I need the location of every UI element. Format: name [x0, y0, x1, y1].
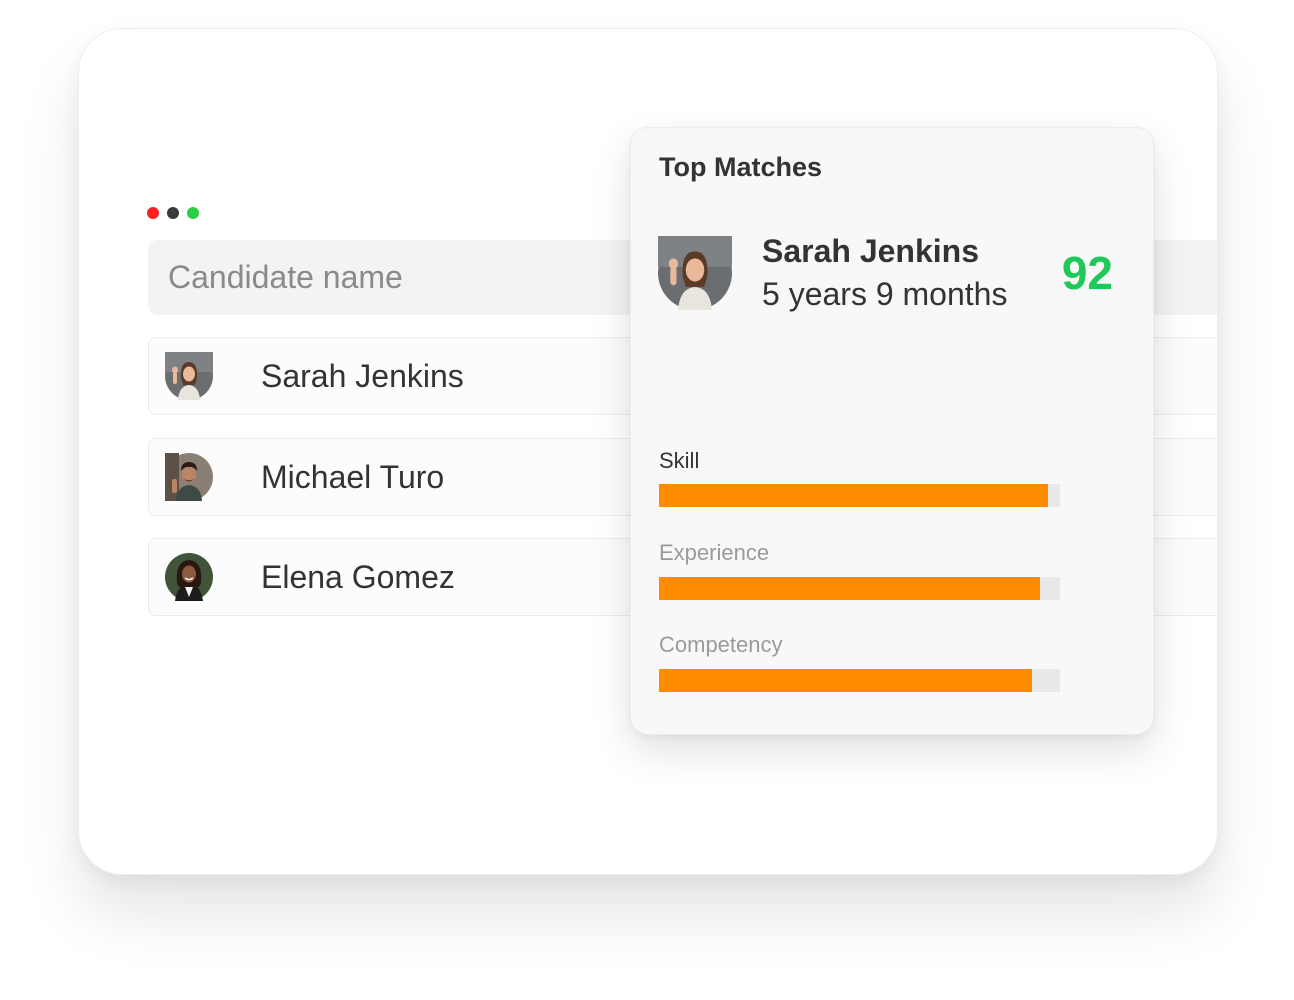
avatar: [165, 553, 213, 601]
metric-bar-experience: [659, 577, 1060, 600]
close-window-dot[interactable]: [147, 207, 159, 219]
avatar: [165, 352, 213, 400]
candidate-name: Michael Turo: [261, 458, 445, 495]
candidate-name: Elena Gomez: [261, 558, 455, 595]
metric-label-experience: Experience: [659, 540, 770, 565]
top-matches-card: Top Matches Sarah Jenkins 5 years 9 mont…: [630, 127, 1154, 735]
metric-label-competency: Competency: [659, 632, 783, 657]
metric-bar-competency: [659, 669, 1060, 692]
window-controls: [147, 207, 199, 219]
candidate-name-input[interactable]: [166, 258, 590, 297]
stage: Sarah Jenkins Michael Turo: [0, 0, 1294, 1000]
candidate-name: Sarah Jenkins: [261, 357, 464, 394]
card-title: Top Matches: [659, 152, 823, 182]
match-score: 92: [1061, 247, 1113, 299]
match-name: Sarah Jenkins: [762, 233, 979, 269]
metric-label-skill: Skill: [659, 448, 700, 473]
minimize-window-dot[interactable]: [167, 207, 179, 219]
avatar: [658, 236, 732, 310]
metric-fill: [659, 484, 1048, 507]
metric-fill: [659, 669, 1032, 692]
maximize-window-dot[interactable]: [187, 207, 199, 219]
avatar: [165, 453, 213, 501]
metric-fill: [659, 577, 1040, 600]
match-experience: 5 years 9 months: [762, 276, 1008, 312]
metric-bar-skill: [659, 484, 1060, 507]
